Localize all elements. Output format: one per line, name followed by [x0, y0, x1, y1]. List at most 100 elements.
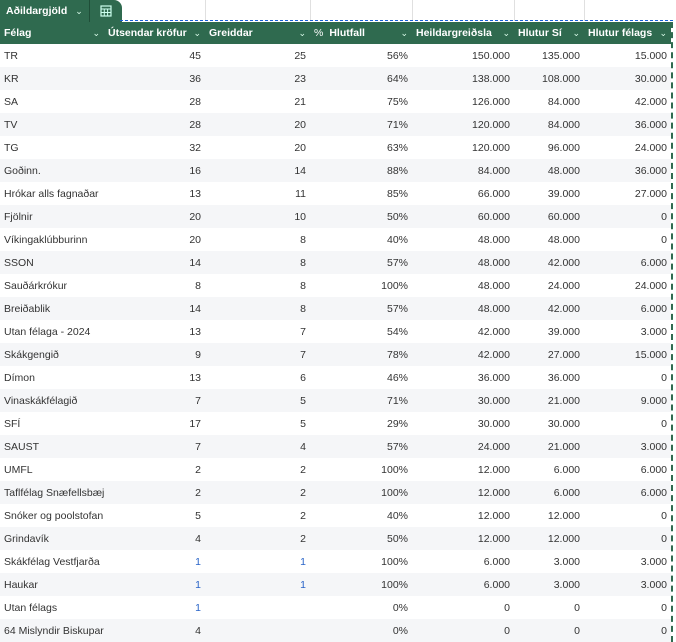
cell-ratio[interactable]: 85% [310, 188, 412, 200]
cell-club-share[interactable]: 0 [584, 418, 671, 430]
cell-ratio[interactable]: 75% [310, 96, 412, 108]
cell-claims-sent[interactable]: 1 [104, 602, 205, 614]
cell-total-payment[interactable]: 12.000 [412, 510, 514, 522]
cell-claims-sent[interactable]: 7 [104, 441, 205, 453]
column-header-felag[interactable]: Félag ⌄ [0, 22, 104, 44]
cell-total-payment[interactable]: 0 [412, 602, 514, 614]
cell-total-payment[interactable]: 24.000 [412, 441, 514, 453]
cell-club-name[interactable]: SA [0, 96, 104, 108]
cell-ratio[interactable]: 29% [310, 418, 412, 430]
cell-paid[interactable]: 20 [205, 119, 310, 131]
cell-si-share[interactable]: 36.000 [514, 372, 584, 384]
cell-si-share[interactable]: 12.000 [514, 510, 584, 522]
cell-ratio[interactable]: 57% [310, 303, 412, 315]
cell-paid[interactable]: 7 [205, 349, 310, 361]
cell-total-payment[interactable]: 138.000 [412, 73, 514, 85]
cell-club-name[interactable]: Skákgengið [0, 349, 104, 361]
cell-club-name[interactable]: UMFL [0, 464, 104, 476]
cell-club-name[interactable]: Vinaskákfélagið [0, 395, 104, 407]
cell-total-payment[interactable]: 0 [412, 625, 514, 637]
cell-paid[interactable]: 2 [205, 464, 310, 476]
cell-total-payment[interactable]: 36.000 [412, 372, 514, 384]
cell-ratio[interactable]: 56% [310, 50, 412, 62]
cell-si-share[interactable]: 42.000 [514, 303, 584, 315]
chevron-down-icon[interactable]: ⌄ [502, 28, 510, 39]
cell-total-payment[interactable]: 12.000 [412, 464, 514, 476]
cell-si-share[interactable]: 6.000 [514, 464, 584, 476]
cell-club-name[interactable]: SSON [0, 257, 104, 269]
cell-si-share[interactable]: 21.000 [514, 441, 584, 453]
cell-paid[interactable]: 8 [205, 303, 310, 315]
cell-si-share[interactable]: 3.000 [514, 579, 584, 591]
column-header-hlutfall[interactable]: % Hlutfall ⌄ [310, 22, 412, 44]
cell-ratio[interactable]: 50% [310, 211, 412, 223]
cell-club-name[interactable]: Snóker og poolstofan [0, 510, 104, 522]
cell-club-share[interactable]: 36.000 [584, 119, 671, 131]
cell-club-name[interactable]: TG [0, 142, 104, 154]
cell-club-share[interactable]: 24.000 [584, 142, 671, 154]
cell-total-payment[interactable]: 120.000 [412, 119, 514, 131]
cell-club-share[interactable]: 3.000 [584, 326, 671, 338]
cell-club-name[interactable]: TR [0, 50, 104, 62]
cell-club-share[interactable]: 27.000 [584, 188, 671, 200]
chevron-down-icon[interactable]: ⌄ [572, 28, 580, 39]
cell-total-payment[interactable]: 150.000 [412, 50, 514, 62]
cell-paid[interactable]: 8 [205, 280, 310, 292]
cell-total-payment[interactable]: 6.000 [412, 579, 514, 591]
cell-claims-sent[interactable]: 20 [104, 211, 205, 223]
cell-club-share[interactable]: 3.000 [584, 556, 671, 568]
cell-club-share[interactable]: 0 [584, 510, 671, 522]
cell-paid[interactable]: 5 [205, 395, 310, 407]
cell-claims-sent[interactable]: 20 [104, 234, 205, 246]
cell-club-share[interactable]: 6.000 [584, 303, 671, 315]
cell-ratio[interactable]: 0% [310, 625, 412, 637]
cell-club-share[interactable]: 0 [584, 533, 671, 545]
table-row[interactable]: Grindavík 4 2 50% 12.000 12.000 0 [0, 527, 671, 550]
cell-total-payment[interactable]: 30.000 [412, 395, 514, 407]
cell-club-name[interactable]: Dímon [0, 372, 104, 384]
cell-club-name[interactable]: KR [0, 73, 104, 85]
cell-club-name[interactable]: Breiðablik [0, 303, 104, 315]
cell-paid[interactable]: 2 [205, 510, 310, 522]
cell-claims-sent[interactable]: 13 [104, 326, 205, 338]
table-row[interactable]: Taflfélag Snæfellsbæjar 2 2 100% 12.000 6.000… [0, 481, 671, 504]
table-row[interactable]: Víkingaklúbburinn 20 8 40% 48.000 48.000 0 [0, 228, 671, 251]
cell-claims-sent[interactable]: 14 [104, 303, 205, 315]
cell-ratio[interactable]: 71% [310, 395, 412, 407]
cell-total-payment[interactable]: 60.000 [412, 211, 514, 223]
table-row[interactable]: Utan félaga - 2024 13 7 54% 42.000 39.000 3.00… [0, 320, 671, 343]
table-row[interactable]: TR 45 25 56% 150.000 135.000 15.000 [0, 44, 671, 67]
cell-club-share[interactable]: 3.000 [584, 579, 671, 591]
cell-club-name[interactable]: Goðinn. [0, 165, 104, 177]
cell-total-payment[interactable]: 84.000 [412, 165, 514, 177]
cell-ratio[interactable]: 100% [310, 464, 412, 476]
cell-si-share[interactable]: 24.000 [514, 280, 584, 292]
cell-si-share[interactable]: 48.000 [514, 234, 584, 246]
table-row[interactable]: Fjölnir 20 10 50% 60.000 60.000 0 [0, 205, 671, 228]
cell-claims-sent[interactable]: 32 [104, 142, 205, 154]
cell-paid[interactable]: 14 [205, 165, 310, 177]
cell-si-share[interactable]: 84.000 [514, 96, 584, 108]
cell-si-share[interactable]: 3.000 [514, 556, 584, 568]
cell-si-share[interactable]: 6.000 [514, 487, 584, 499]
cell-total-payment[interactable]: 48.000 [412, 280, 514, 292]
cell-claims-sent[interactable]: 5 [104, 510, 205, 522]
cell-total-payment[interactable]: 48.000 [412, 303, 514, 315]
cell-total-payment[interactable]: 12.000 [412, 533, 514, 545]
cell-club-name[interactable]: Grindavík [0, 533, 104, 545]
table-row[interactable]: Dímon 13 6 46% 36.000 36.000 0 [0, 366, 671, 389]
table-row[interactable]: Skákfélag Vestfjarða 1 1 100% 6.000 3.000 3.00… [0, 550, 671, 573]
table-name-tab[interactable]: Aðildargjöld ⌄ [0, 0, 89, 22]
cell-claims-sent[interactable]: 7 [104, 395, 205, 407]
cell-si-share[interactable]: 0 [514, 625, 584, 637]
cell-si-share[interactable]: 135.000 [514, 50, 584, 62]
cell-claims-sent[interactable]: 16 [104, 165, 205, 177]
cell-claims-sent[interactable]: 45 [104, 50, 205, 62]
cell-ratio[interactable]: 71% [310, 119, 412, 131]
cell-club-share[interactable]: 36.000 [584, 165, 671, 177]
cell-total-payment[interactable]: 6.000 [412, 556, 514, 568]
cell-club-share[interactable]: 30.000 [584, 73, 671, 85]
cell-si-share[interactable]: 21.000 [514, 395, 584, 407]
cell-si-share[interactable]: 42.000 [514, 257, 584, 269]
cell-claims-sent[interactable]: 28 [104, 119, 205, 131]
